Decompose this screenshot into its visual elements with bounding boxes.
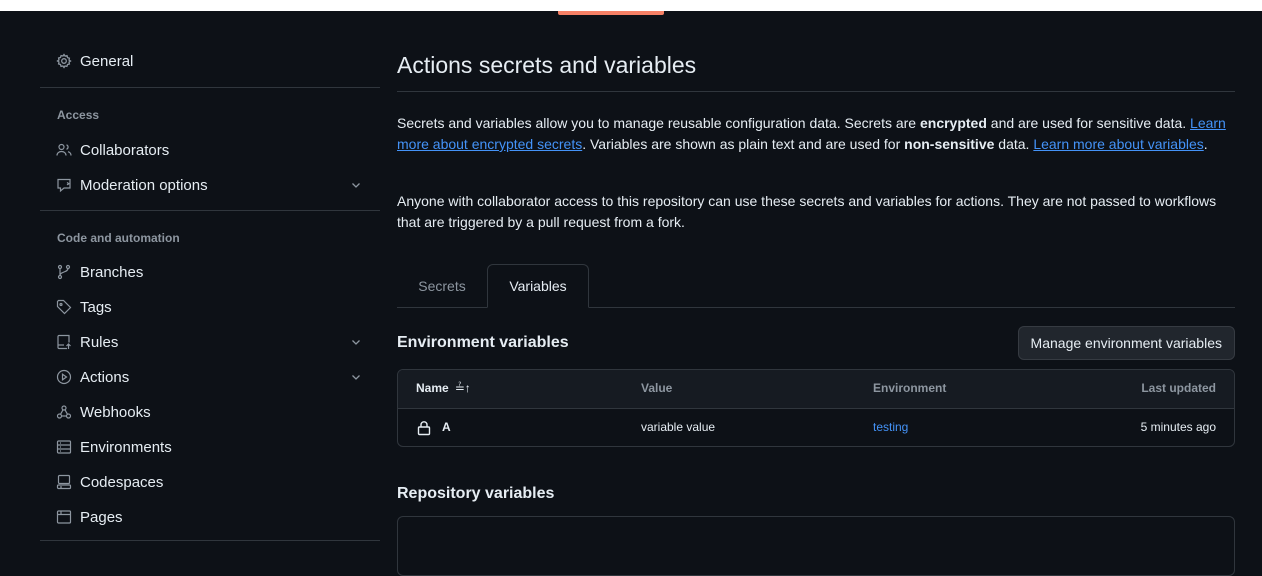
sidebar-item-rules[interactable]: Rules bbox=[56, 328, 376, 356]
column-header-label: Name bbox=[416, 381, 449, 395]
chevron-down-icon bbox=[350, 335, 362, 347]
table-header: Name ≟↑ Value Environment Last updated bbox=[398, 370, 1234, 409]
sidebar-item-label: Actions bbox=[80, 368, 130, 386]
description-text: and are used for sensitive data. bbox=[986, 115, 1191, 131]
sidebar-item-collaborators[interactable]: Collaborators bbox=[56, 136, 376, 164]
browser-icon bbox=[56, 509, 72, 525]
description-emphasis: non-sensitive bbox=[904, 136, 995, 152]
sidebar-item-label: Webhooks bbox=[80, 403, 151, 421]
sidebar-heading-access: Access bbox=[57, 108, 100, 122]
description-text: data. bbox=[994, 136, 1034, 152]
title-divider bbox=[397, 91, 1235, 92]
secrets-variables-tabs: Secrets Variables bbox=[397, 264, 1235, 308]
learn-variables-link[interactable]: Learn more about variables bbox=[1033, 136, 1203, 152]
tag-icon bbox=[56, 299, 72, 315]
browser-top-strip bbox=[0, 0, 1262, 11]
gear-icon bbox=[56, 53, 72, 69]
chevron-down-icon bbox=[350, 178, 362, 190]
sidebar-divider bbox=[40, 87, 380, 88]
sidebar-item-label: Pages bbox=[80, 508, 123, 526]
last-updated-value: 5 minutes ago bbox=[1140, 420, 1216, 434]
variable-name: A bbox=[442, 420, 451, 434]
sidebar-item-label: Moderation options bbox=[80, 176, 208, 194]
environment-link[interactable]: testing bbox=[873, 420, 908, 434]
description-paragraph: Secrets and variables allow you to manag… bbox=[397, 113, 1235, 155]
sidebar-item-codespaces[interactable]: Codespaces bbox=[56, 468, 376, 496]
codespaces-icon bbox=[56, 474, 72, 490]
column-header-value: Value bbox=[641, 381, 673, 395]
access-note-paragraph: Anyone with collaborator access to this … bbox=[397, 193, 1217, 230]
table-row[interactable]: A variable value testing 5 minutes ago bbox=[398, 409, 1234, 446]
sidebar-item-moderation-options[interactable]: Moderation options bbox=[56, 171, 376, 199]
repository-variables-heading: Repository variables bbox=[397, 485, 555, 502]
play-icon bbox=[56, 369, 72, 385]
sidebar-item-label: General bbox=[80, 52, 134, 70]
sidebar-item-label: Rules bbox=[80, 333, 119, 351]
sidebar-item-webhooks[interactable]: Webhooks bbox=[56, 398, 376, 426]
sidebar-item-general[interactable]: General bbox=[56, 47, 376, 75]
sort-ascending-icon: ≟↑ bbox=[454, 381, 471, 395]
sidebar-item-label: Codespaces bbox=[80, 473, 164, 491]
sidebar-divider bbox=[40, 210, 380, 211]
environment-variables-heading: Environment variables bbox=[397, 334, 569, 351]
sidebar-item-label: Collaborators bbox=[80, 141, 170, 159]
server-icon bbox=[56, 439, 72, 455]
tab-secrets[interactable]: Secrets bbox=[397, 264, 487, 308]
sidebar-item-label: Tags bbox=[80, 298, 112, 316]
sidebar-item-label: Environments bbox=[80, 438, 172, 456]
lock-icon bbox=[416, 420, 432, 436]
sidebar-item-actions[interactable]: Actions bbox=[56, 363, 376, 391]
page-title: Actions secrets and variables bbox=[397, 52, 697, 78]
description-text: . bbox=[1203, 136, 1208, 152]
description-emphasis: encrypted bbox=[919, 115, 987, 131]
description-text: Secrets and variables allow you to manag… bbox=[397, 115, 920, 131]
sidebar-item-branches[interactable]: Branches bbox=[56, 258, 376, 286]
column-header-name[interactable]: Name ≟↑ bbox=[416, 381, 471, 395]
tab-variables[interactable]: Variables bbox=[487, 264, 589, 308]
description-text: . Variables are shown as plain text and … bbox=[582, 136, 905, 152]
sidebar-heading-code-automation: Code and automation bbox=[57, 231, 180, 245]
sidebar-item-label: Branches bbox=[80, 263, 144, 281]
manage-environment-variables-button[interactable]: Manage environment variables bbox=[1017, 326, 1235, 360]
sidebar-item-environments[interactable]: Environments bbox=[56, 433, 376, 461]
chevron-down-icon bbox=[350, 370, 362, 382]
git-branch-icon bbox=[56, 264, 72, 280]
sidebar-item-tags[interactable]: Tags bbox=[56, 293, 376, 321]
people-icon bbox=[56, 142, 72, 158]
report-icon bbox=[56, 177, 72, 193]
repo-push-icon bbox=[56, 334, 72, 350]
sidebar-divider bbox=[40, 540, 380, 541]
column-header-environment: Environment bbox=[873, 381, 947, 395]
column-header-last-updated: Last updated bbox=[1141, 381, 1216, 395]
sidebar-item-pages[interactable]: Pages bbox=[56, 503, 376, 531]
variable-value: variable value bbox=[641, 420, 716, 434]
environment-variables-table: Name ≟↑ Value Environment Last updated A … bbox=[397, 369, 1235, 447]
active-nav-indicator bbox=[558, 11, 664, 15]
repository-variables-box bbox=[397, 516, 1235, 576]
webhook-icon bbox=[56, 404, 72, 420]
